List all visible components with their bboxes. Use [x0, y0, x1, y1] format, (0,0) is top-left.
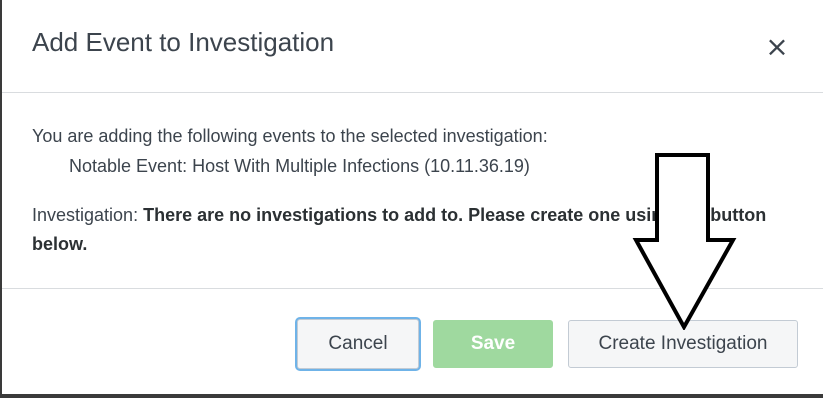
- intro-text: You are adding the following events to t…: [32, 126, 548, 146]
- dialog-title: Add Event to Investigation: [32, 27, 335, 57]
- dialog-body: You are adding the following events to t…: [2, 93, 823, 289]
- investigation-label: Investigation:: [32, 205, 139, 225]
- add-event-dialog: Add Event to Investigation × You are add…: [0, 0, 823, 398]
- event-list-item: Notable Event: Host With Multiple Infect…: [69, 156, 530, 176]
- dialog-footer: Cancel Save Create Investigation: [2, 289, 823, 394]
- cancel-button[interactable]: Cancel: [297, 319, 419, 369]
- close-icon[interactable]: ×: [762, 32, 792, 62]
- investigation-status: Investigation: There are no investigatio…: [32, 201, 802, 259]
- dialog-header: Add Event to Investigation ×: [2, 0, 823, 93]
- create-investigation-button[interactable]: Create Investigation: [568, 320, 798, 368]
- no-investigations-message: There are no investigations to add to. P…: [32, 205, 767, 254]
- save-button[interactable]: Save: [433, 320, 553, 368]
